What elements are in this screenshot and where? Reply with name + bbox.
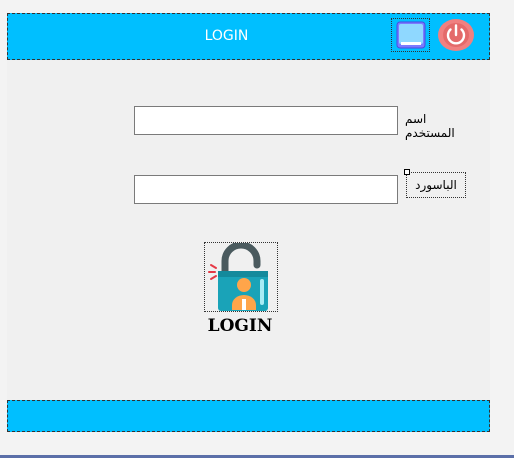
power-button[interactable] (436, 18, 476, 52)
footer-bar (7, 400, 490, 432)
password-input[interactable] (134, 175, 398, 204)
selection-handle (404, 169, 410, 175)
header-bar: LOGIN (7, 13, 490, 60)
login-window: LOGIN اسم المستخدم الباسورد LOGIN (0, 0, 514, 458)
power-icon (438, 19, 474, 51)
minimize-button[interactable] (391, 18, 430, 52)
form-panel (7, 13, 490, 432)
password-label: الباسورد (406, 172, 466, 198)
minimize-window-icon (396, 21, 425, 49)
login-label[interactable]: LOGIN (190, 316, 290, 340)
login-icon-button[interactable] (204, 241, 278, 312)
header-title: LOGIN (204, 28, 249, 44)
padlock-user-icon (208, 241, 268, 311)
username-label: اسم المستخدم (405, 112, 455, 140)
username-input[interactable] (134, 106, 398, 135)
